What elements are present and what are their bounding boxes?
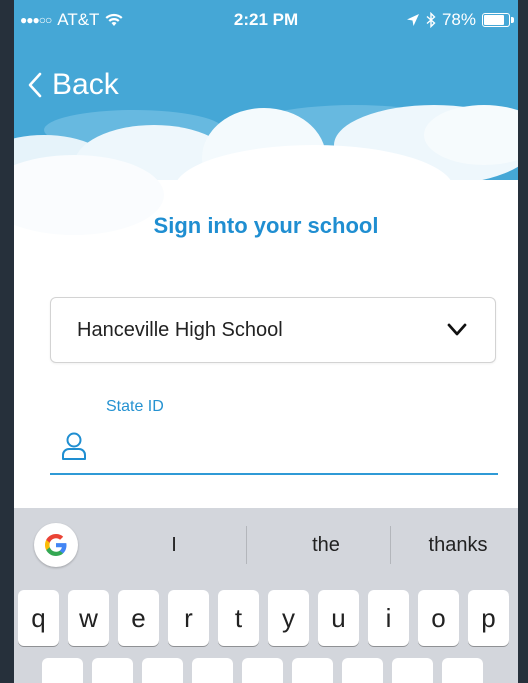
battery-icon xyxy=(482,13,514,27)
state-id-underline xyxy=(50,473,498,475)
key-r[interactable]: r xyxy=(168,590,209,646)
page-title: Sign into your school xyxy=(153,213,379,238)
suggestion-2[interactable]: the xyxy=(276,534,376,557)
google-g-icon xyxy=(45,534,67,556)
state-id-label: State ID xyxy=(106,398,164,415)
suggestion-bar: I the thanks xyxy=(14,508,518,578)
keyboard: I the thanks q w e r t y u i o p xyxy=(14,508,518,683)
google-logo-icon[interactable] xyxy=(34,523,78,567)
keyboard-key[interactable] xyxy=(342,658,383,683)
battery-percent: 78% xyxy=(441,10,476,29)
suggestion-1[interactable]: I xyxy=(134,534,214,557)
back-button[interactable]: Back xyxy=(28,68,119,102)
keyboard-key[interactable] xyxy=(292,658,333,683)
location-arrow-icon xyxy=(406,14,419,26)
key-u[interactable]: u xyxy=(318,590,359,646)
key-w[interactable]: w xyxy=(68,590,109,646)
keyboard-key[interactable] xyxy=(442,658,483,683)
status-right: 78% xyxy=(406,10,514,30)
user-icon xyxy=(62,432,86,460)
phone-screen: ●●●○○ AT&T 2:21 PM 78% Back Sign into yo… xyxy=(14,0,518,683)
keyboard-key[interactable] xyxy=(92,658,133,683)
state-id-field[interactable] xyxy=(50,425,498,475)
status-bar: ●●●○○ AT&T 2:21 PM 78% xyxy=(14,0,518,40)
back-label: Back xyxy=(52,68,119,101)
school-select-dropdown[interactable]: Hanceville High School xyxy=(50,297,496,363)
keyboard-key[interactable] xyxy=(42,658,83,683)
key-i[interactable]: i xyxy=(368,590,409,646)
keyboard-key[interactable] xyxy=(392,658,433,683)
chevron-down-icon xyxy=(447,323,467,336)
key-q[interactable]: q xyxy=(18,590,59,646)
suggestion-3[interactable]: thanks xyxy=(404,534,512,557)
key-e[interactable]: e xyxy=(118,590,159,646)
keyboard-key[interactable] xyxy=(242,658,283,683)
keyboard-row-2 xyxy=(14,658,518,683)
chevron-left-icon xyxy=(28,72,42,98)
state-id-input[interactable] xyxy=(110,431,484,467)
bluetooth-icon xyxy=(426,12,436,28)
school-select-value: Hanceville High School xyxy=(77,318,283,341)
key-y[interactable]: y xyxy=(268,590,309,646)
key-o[interactable]: o xyxy=(418,590,459,646)
battery-fill xyxy=(484,15,505,25)
keyboard-row-1: q w e r t y u i o p xyxy=(14,590,518,646)
keyboard-key[interactable] xyxy=(142,658,183,683)
suggestion-divider xyxy=(246,526,247,564)
key-t[interactable]: t xyxy=(218,590,259,646)
keyboard-key[interactable] xyxy=(192,658,233,683)
key-p[interactable]: p xyxy=(468,590,509,646)
suggestion-divider xyxy=(390,526,391,564)
